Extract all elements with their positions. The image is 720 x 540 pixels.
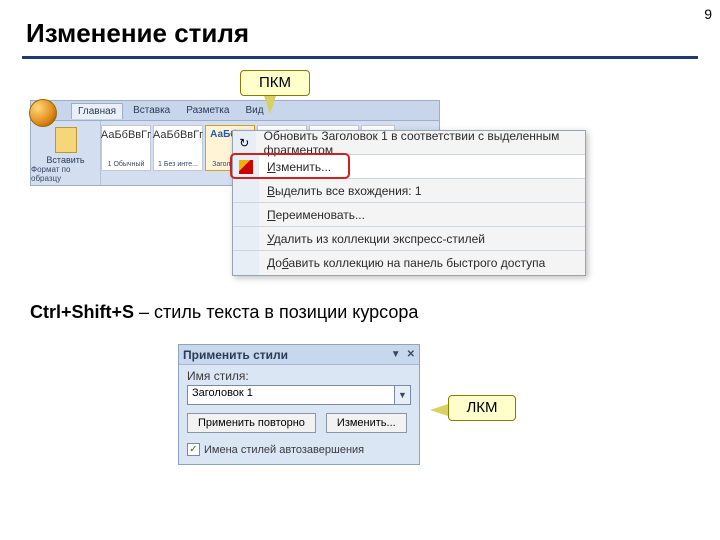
style-label: 1 Обычный <box>108 161 145 168</box>
style-name-select[interactable]: Заголовок 1 ▼ <box>187 385 411 405</box>
ctxmenu-item-label: Удалить из коллекции экспресс-стилей <box>259 232 485 246</box>
office-button-icon[interactable] <box>29 99 57 127</box>
autocomplete-label: Имена стилей автозавершения <box>204 444 364 456</box>
blank-icon <box>233 179 259 202</box>
tab-layout[interactable]: Разметка <box>180 103 235 118</box>
modify-button[interactable]: Изменить... <box>326 413 407 433</box>
chevron-down-icon[interactable]: ▼ <box>395 385 411 405</box>
ctxmenu-item[interactable]: ↻Обновить Заголовок 1 в соответствии с в… <box>233 131 585 155</box>
ctxmenu-item-label: Переименовать... <box>259 208 365 222</box>
style-name-field[interactable]: Заголовок 1 <box>187 385 395 405</box>
shortcut-description: Ctrl+Shift+S – стиль текста в позиции ку… <box>30 302 418 323</box>
shortcut-keys: Ctrl+Shift+S <box>30 302 134 322</box>
apply-styles-header: Применить стили ▼ ✕ <box>179 345 419 365</box>
style-preview: АаБбВвГг <box>153 129 203 141</box>
ctxmenu-item[interactable]: Выделить все вхождения: 1 <box>233 179 585 203</box>
ctxmenu-item[interactable]: Удалить из коллекции экспресс-стилей <box>233 227 585 251</box>
ctxmenu-item[interactable]: Изменить... <box>233 155 585 179</box>
ctxmenu-item[interactable]: Добавить коллекцию на панель быстрого до… <box>233 251 585 275</box>
apply-styles-pane: Применить стили ▼ ✕ Имя стиля: Заголовок… <box>178 344 420 465</box>
tab-insert[interactable]: Вставка <box>127 103 176 118</box>
reapply-button[interactable]: Применить повторно <box>187 413 316 433</box>
blank-icon <box>233 251 259 275</box>
tab-home[interactable]: Главная <box>71 103 123 119</box>
blank-icon <box>233 227 259 250</box>
callout-right-click-tail <box>264 96 276 114</box>
title-divider <box>22 56 698 59</box>
paste-label: Вставить <box>46 155 84 165</box>
close-icon[interactable]: ✕ <box>407 349 415 360</box>
callout-right-click: ПКМ <box>240 70 310 96</box>
ctxmenu-item-label: Обновить Заголовок 1 в соответствии с вы… <box>256 129 585 157</box>
callout-left-click-tail <box>430 404 448 416</box>
edit-icon <box>233 155 259 178</box>
ctxmenu-item[interactable]: Переименовать... <box>233 203 585 227</box>
apply-styles-title: Применить стили <box>183 348 288 362</box>
ctxmenu-item-label: Выделить все вхождения: 1 <box>259 184 422 198</box>
style-context-menu: ↻Обновить Заголовок 1 в соответствии с в… <box>232 130 586 276</box>
ribbon-tabbar: Главная Вставка Разметка Вид <box>31 101 439 121</box>
format-painter-label[interactable]: Формат по образцу <box>31 165 100 183</box>
checkbox-icon[interactable]: ✓ <box>187 443 200 456</box>
autocomplete-checkbox-row[interactable]: ✓ Имена стилей автозавершения <box>179 441 419 464</box>
style-preview: АаБбВвГг <box>101 129 151 141</box>
paste-icon[interactable] <box>55 127 77 153</box>
page-title: Изменение стиля <box>26 18 249 49</box>
page-number: 9 <box>704 6 712 22</box>
style-normal[interactable]: АаБбВвГг 1 Обычный <box>101 125 151 171</box>
callout-left-click: ЛКМ <box>448 395 516 421</box>
shortcut-text: – стиль текста в позиции курсора <box>134 302 418 322</box>
ctxmenu-item-label: Добавить коллекцию на панель быстрого до… <box>259 256 545 270</box>
style-no-spacing[interactable]: АаБбВвГг 1 Без инте... <box>153 125 203 171</box>
ctxmenu-item-label: Изменить... <box>259 160 331 174</box>
clipboard-group: Вставить Формат по образцу <box>31 121 101 185</box>
style-name-label: Имя стиля: <box>179 365 419 385</box>
blank-icon <box>233 203 259 226</box>
style-label: 1 Без инте... <box>158 161 198 168</box>
refresh-icon: ↻ <box>233 131 256 154</box>
dropdown-icon[interactable]: ▼ <box>391 349 401 360</box>
